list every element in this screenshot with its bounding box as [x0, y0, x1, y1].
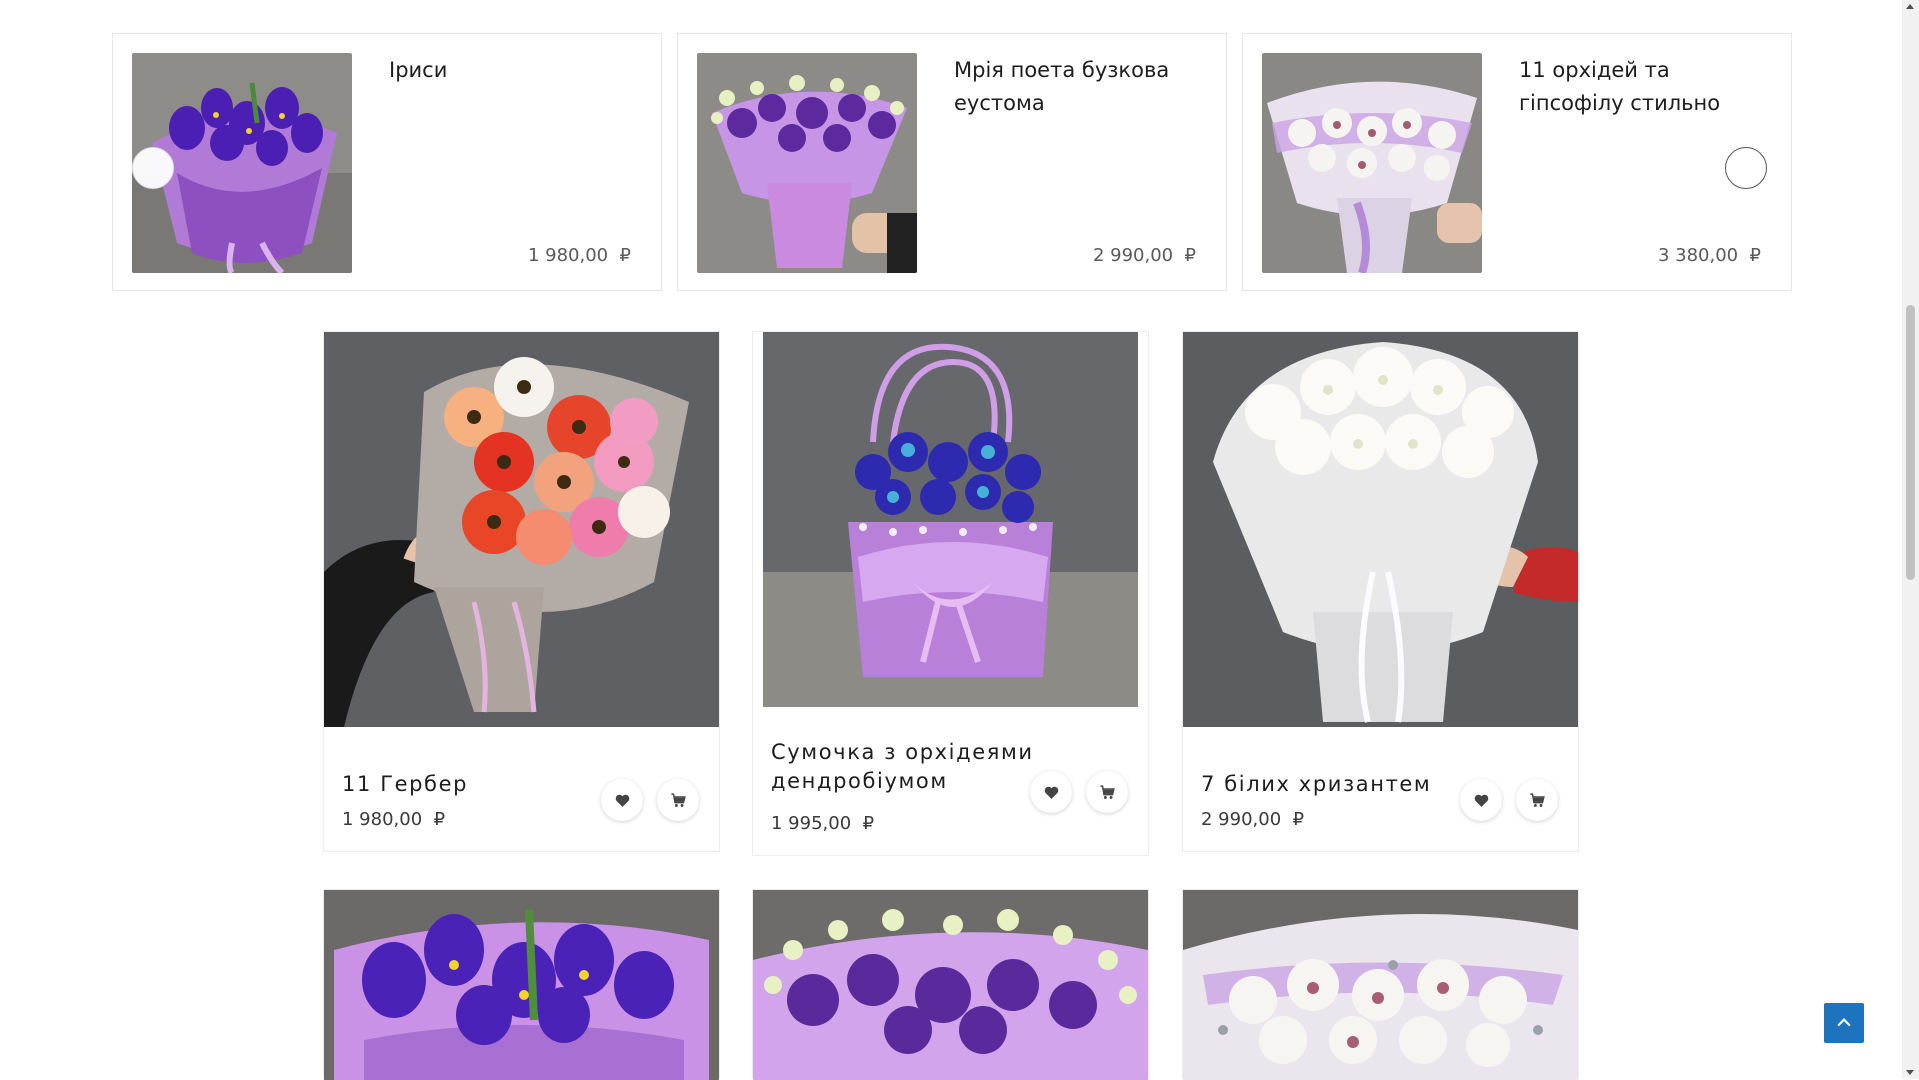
slide-title[interactable]: Мрія поета бузкова еустома: [954, 54, 1214, 120]
heart-icon: [1044, 786, 1058, 799]
add-to-wishlist-button[interactable]: [1030, 771, 1072, 813]
product-image[interactable]: [1183, 890, 1578, 1080]
currency-symbol: ₽: [1184, 245, 1196, 266]
product-thumbnail[interactable]: [697, 53, 917, 273]
cart-icon: [1529, 792, 1545, 807]
product-price: 1 980,00 ₽: [342, 809, 445, 830]
product-image[interactable]: [1183, 332, 1578, 727]
slide-price: 3 380,00 ₽: [1658, 245, 1761, 266]
page-scrollbar[interactable]: [1902, 0, 1919, 1079]
product-card: [752, 889, 1149, 1080]
cart-icon: [670, 792, 686, 807]
cart-icon: [1099, 784, 1115, 799]
product-image[interactable]: [324, 332, 719, 727]
add-to-cart-button[interactable]: [1086, 771, 1128, 813]
currency-symbol: ₽: [433, 809, 446, 830]
related-products-carousel: Іриси 1 980,00 ₽ Мрія поета бузкова еуст…: [112, 33, 1792, 293]
carousel-slide[interactable]: 11 орхідей та гіпсофілу стильно 3 380,00…: [1242, 33, 1792, 291]
add-to-wishlist-button[interactable]: [601, 779, 643, 821]
product-price: 1 995,00 ₽: [771, 813, 874, 834]
product-image[interactable]: [763, 332, 1138, 707]
price-value: 3 380,00: [1657, 245, 1739, 266]
chevron-up-icon: [1837, 1018, 1851, 1027]
currency-symbol: ₽: [862, 813, 875, 834]
carousel-slide[interactable]: Мрія поета бузкова еустома 2 990,00 ₽: [677, 33, 1227, 291]
scrollbar-thumb[interactable]: [1906, 305, 1915, 580]
slide-title[interactable]: 11 орхідей та гіпсофілу стильно: [1519, 54, 1779, 120]
price-value: 1 980,00: [342, 809, 423, 830]
product-card: 11 Гербер 1 980,00 ₽: [323, 331, 720, 852]
currency-symbol: ₽: [1292, 809, 1305, 830]
add-to-wishlist-button[interactable]: [1460, 779, 1502, 821]
carousel-slide[interactable]: Іриси 1 980,00 ₽: [112, 33, 662, 291]
scroll-up-arrow-icon[interactable]: [1906, 4, 1914, 9]
heart-icon: [615, 794, 629, 807]
slide-price: 2 990,00 ₽: [1093, 245, 1196, 266]
add-to-cart-button[interactable]: [657, 779, 699, 821]
currency-symbol: ₽: [1749, 245, 1761, 266]
scroll-down-arrow-icon[interactable]: [1906, 1070, 1914, 1075]
product-card: [1182, 889, 1579, 1080]
add-to-cart-button[interactable]: [1516, 779, 1558, 821]
slide-price: 1 980,00 ₽: [528, 245, 631, 266]
product-image[interactable]: [324, 890, 719, 1080]
product-price: 2 990,00 ₽: [1201, 809, 1304, 830]
product-card: [323, 889, 720, 1080]
price-value: 2 990,00: [1092, 245, 1174, 266]
currency-symbol: ₽: [619, 245, 631, 266]
carousel-next-button[interactable]: [1725, 147, 1767, 189]
price-value: 1 995,00: [771, 813, 852, 834]
product-image[interactable]: [753, 890, 1148, 1080]
product-card: 7 білих хризантем 2 990,00 ₽: [1182, 331, 1579, 852]
product-card: Сумочка з орхідеями дендробіумом 1 995,0…: [752, 331, 1149, 856]
carousel-prev-button[interactable]: [132, 147, 174, 189]
price-value: 1 980,00: [527, 245, 609, 266]
price-value: 2 990,00: [1201, 809, 1282, 830]
slide-title[interactable]: Іриси: [389, 54, 649, 87]
back-to-top-button[interactable]: [1824, 1003, 1864, 1043]
heart-icon: [1474, 794, 1488, 807]
product-name[interactable]: 7 білих хризантем: [1201, 770, 1431, 799]
product-name[interactable]: 11 Гербер: [342, 770, 468, 799]
product-thumbnail[interactable]: [1262, 53, 1482, 273]
